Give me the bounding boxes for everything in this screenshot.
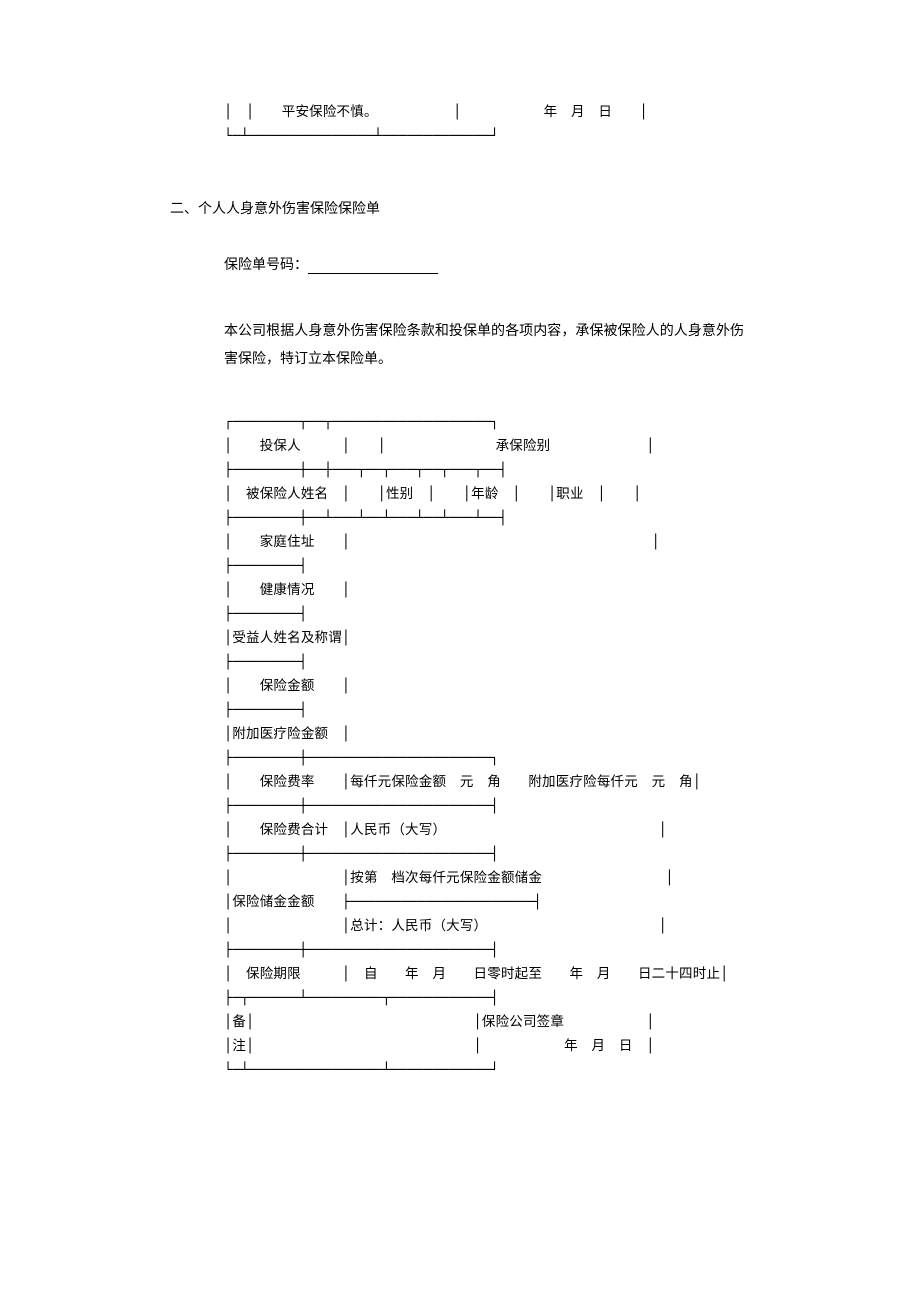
intro-paragraph: 本公司根据人身意外伤害保险条款和投保单的各项内容，承保被保险人的人身意外伤害保险… <box>224 318 744 374</box>
section-title: 二、个人人身意外伤害保险保险单 <box>170 198 750 218</box>
policy-number-blank <box>308 260 438 274</box>
main-form-table: ┌────────┬──┬───────────────────┐ │ 投保人 … <box>224 410 750 1082</box>
policy-number-label: 保险单号码： <box>224 258 308 273</box>
top-fragment-table: │ │ 平安保险不慎。 │ 年 月 日 │ └─┴───────────────… <box>224 100 750 148</box>
policy-number-row: 保险单号码： <box>224 254 750 274</box>
